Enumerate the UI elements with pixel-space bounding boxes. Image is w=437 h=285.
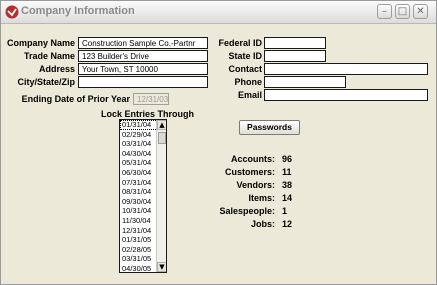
- title-bar[interactable]: Company Information – □ ✕: [1, 1, 436, 24]
- federal-id-label: Federal ID: [218, 38, 262, 48]
- window-title: Company Information: [21, 5, 135, 17]
- count-label: Customers:: [224, 167, 275, 177]
- count-value: 14: [282, 193, 293, 203]
- maximize-button[interactable]: □: [395, 4, 410, 19]
- company-name-label: Company Name: [6, 38, 75, 48]
- email-label: Email: [237, 90, 262, 100]
- phone-field[interactable]: [264, 76, 346, 88]
- scroll-thumb[interactable]: [158, 132, 166, 144]
- phone-label: Phone: [234, 77, 262, 87]
- minimize-button[interactable]: –: [377, 4, 392, 19]
- state-id-field[interactable]: [264, 50, 326, 62]
- count-value: 96: [282, 154, 293, 164]
- count-label: Salespeople:: [219, 206, 275, 216]
- address-field[interactable]: Your Town, ST 10000: [78, 63, 208, 75]
- company-name-field[interactable]: Construction Sample Co.-Partnr: [78, 37, 208, 49]
- close-button[interactable]: ✕: [413, 4, 428, 19]
- count-label: Vendors:: [236, 180, 275, 190]
- count-value: 1: [282, 206, 288, 216]
- state-id-label: State ID: [228, 51, 262, 61]
- count-value: 11: [282, 167, 292, 177]
- chevron-up-icon: ▲: [159, 121, 165, 129]
- address-label: Address: [38, 64, 75, 74]
- chevron-down-icon: ▼: [159, 263, 165, 271]
- ending-date-field: 12/31/03: [133, 93, 169, 105]
- trade-name-field[interactable]: 123 Builder's Drive: [78, 50, 208, 62]
- minimize-icon: –: [382, 6, 387, 17]
- ending-date-label: Ending Date of Prior Year: [21, 94, 130, 104]
- company-information-window: Company Information – □ ✕ Company Name C…: [0, 0, 437, 285]
- contact-label: Contact: [228, 64, 263, 74]
- passwords-button[interactable]: Passwords: [239, 120, 300, 135]
- contact-field[interactable]: [264, 63, 428, 75]
- federal-id-field[interactable]: [264, 37, 326, 49]
- count-label: Accounts:: [230, 154, 275, 164]
- maximize-icon: □: [397, 6, 408, 17]
- email-field[interactable]: [264, 89, 428, 101]
- lock-entries-label: Lock Entries Through: [101, 109, 195, 119]
- count-label: Items:: [248, 193, 275, 203]
- lock-entries-listbox[interactable]: 01/31/04 02/29/04 03/31/04 04/30/04 05/31/04…: [119, 119, 167, 273]
- scroll-down-button[interactable]: ▼: [157, 262, 166, 272]
- city-state-zip-label: City/State/Zip: [17, 77, 75, 87]
- lock-entries-scrollbar[interactable]: ▲ ▼: [156, 120, 166, 272]
- app-logo-icon: [5, 5, 19, 19]
- scroll-up-button[interactable]: ▲: [157, 120, 166, 130]
- close-icon: ✕: [416, 6, 425, 17]
- count-value: 12: [282, 219, 293, 229]
- trade-name-label: Trade Name: [23, 51, 75, 61]
- city-state-zip-field[interactable]: [78, 76, 208, 88]
- count-value: 38: [282, 180, 293, 190]
- count-label: Jobs:: [250, 219, 275, 229]
